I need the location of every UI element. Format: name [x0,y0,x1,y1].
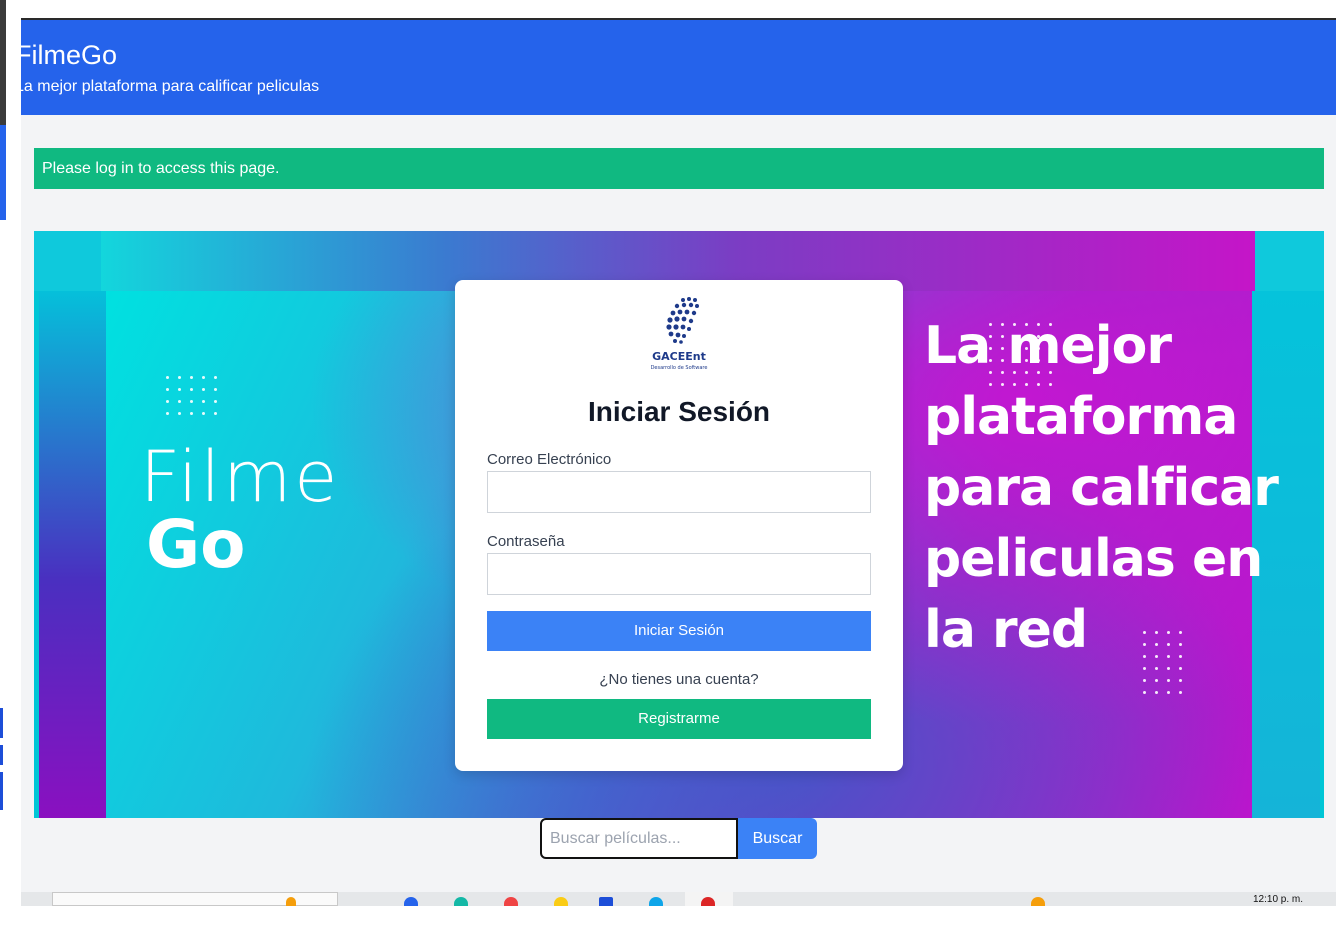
screen-bottom [0,906,1336,936]
hero-headline-line: plataforma [924,387,1238,447]
brand-tagline: La mejor plataforma para calificar pelic… [21,78,320,95]
gaceent-logo: GACEEnt Desarrollo de Software [651,297,708,371]
decorative-dots-left [166,376,217,415]
email-field[interactable] [487,471,871,513]
password-label: Contraseña [487,533,565,550]
email-label: Correo Electrónico [487,451,612,468]
search-input[interactable]: Buscar películas... [540,818,738,859]
hero-headline-line: la red [924,600,1088,660]
taskbar-app-icon[interactable] [404,897,418,906]
taskbar-app-icon[interactable] [599,897,613,906]
weather-icon[interactable] [1031,897,1045,906]
gaceent-logo-text: GACEEnt [652,350,706,363]
hero-logo-go: Go [146,506,246,583]
taskbar-app-icon[interactable] [701,897,715,906]
edge-icon[interactable] [454,897,468,906]
hero-headline-line: peliculas en [924,529,1263,589]
taskbar-app-icon[interactable] [504,897,518,906]
register-button[interactable]: Registrarme [487,699,871,739]
app-viewport: FilmeGo La mejor plataforma para calific… [21,18,1336,892]
hero-headline-line: La mejor [924,316,1172,376]
vscode-icon[interactable] [649,897,663,906]
folder-icon[interactable] [554,897,568,906]
copilot-icon[interactable] [286,897,296,906]
brand-title[interactable]: FilmeGo [21,40,117,71]
gaceent-logo-subtext: Desarrollo de Software [651,365,708,371]
hero-headline: La mejor plataforma para calficar pelicu… [924,311,1324,666]
login-button[interactable]: Iniciar Sesión [487,611,871,651]
login-title: Iniciar Sesión [587,396,771,427]
windows-taskbar: 12:10 p. m. [21,892,1336,906]
left-window-edge [0,0,21,936]
login-required-alert: Please log in to access this page. [34,148,1324,189]
taskbar-clock[interactable]: 12:10 p. m. [1253,894,1303,905]
window-top-border [21,18,1336,20]
password-field[interactable] [487,553,871,595]
login-card: GACEEnt Desarrollo de Software Iniciar S… [455,280,903,771]
search-button[interactable]: Buscar [738,818,817,859]
no-account-text: ¿No tienes una cuenta? [599,671,759,688]
hero-headline-line: para calficar [924,458,1279,518]
navbar: FilmeGo La mejor plataforma para calific… [21,20,1336,115]
